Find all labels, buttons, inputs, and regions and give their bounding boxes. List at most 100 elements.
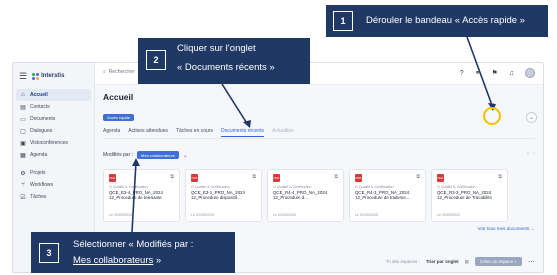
- dialogues-icon: ▢: [20, 128, 26, 135]
- help-icon[interactable]: ?: [460, 70, 464, 77]
- document-card[interactable]: PDF ⧉ O Qualité & Certification QCE_R3-3…: [431, 169, 508, 222]
- chevron-left-icon[interactable]: ‹: [527, 151, 529, 157]
- sidebar-item-label: Projets: [30, 170, 46, 176]
- pdf-icon: PDF: [273, 174, 280, 182]
- callout-step-1: 1 Dérouler le bandeau « Accès rapide »: [326, 5, 548, 37]
- workflows-icon: ⑂: [21, 182, 25, 188]
- quick-access-toggle-button[interactable]: ⌄: [526, 112, 537, 123]
- chevron-down-icon[interactable]: ⌄: [183, 152, 188, 159]
- card-pager: ‹ ›: [527, 151, 535, 157]
- sidebar-item-label: Dialogues: [30, 128, 53, 134]
- brand-name: Interstis: [41, 73, 65, 79]
- external-link-icon[interactable]: ⧉: [252, 174, 256, 180]
- sidebar-item-accueil[interactable]: ⌂ Accueil: [16, 89, 91, 101]
- bell-icon[interactable]: ♫: [509, 70, 514, 77]
- external-link-icon[interactable]: ⧉: [498, 174, 502, 180]
- document-category: O Qualité & Certification: [191, 185, 230, 189]
- document-title: QCE_R3-3_PRO_NA_2024 12_Procedure de Tra…: [437, 190, 492, 201]
- document-date: Le 02/05/2025: [437, 213, 460, 217]
- pdf-icon: PDF: [109, 174, 116, 182]
- step-number: 1: [333, 11, 353, 31]
- sidebar-item-documents[interactable]: ▭ Documents: [16, 113, 91, 125]
- see-all-documents-link[interactable]: Voir tous mes documents →: [478, 226, 535, 231]
- document-cards: PDF ⧉ O Qualité & Certification QCE_E3-4…: [103, 169, 508, 222]
- callout-step-3: 3 Sélectionner « Modifiés par : Mes coll…: [31, 232, 235, 273]
- document-date: Le 02/05/2025: [109, 213, 132, 217]
- sidebar-item-label: Workflows: [30, 182, 53, 188]
- tab-agenda[interactable]: Agenda: [103, 128, 120, 137]
- logo: Interstis: [32, 72, 65, 80]
- tab-actions-attendues[interactable]: Actions attendues: [128, 128, 168, 137]
- spaces-sort-label: Tri des espaces :: [385, 259, 420, 264]
- top-icons: ? ⚭ ⚑ ♫: [460, 68, 535, 78]
- pdf-icon: PDF: [355, 174, 362, 182]
- spaces-sort-select[interactable]: Trier par onglet: [426, 259, 459, 264]
- sidebar-item-taches[interactable]: ☑ Tâches: [16, 191, 91, 203]
- document-title: QCE_R4-3_PRO_NA_2024 12_Procedure de tra…: [355, 190, 410, 201]
- callout-step-2: 2 Cliquer sur l’onglet « Documents récen…: [138, 38, 310, 84]
- search-icon: ⌕: [103, 69, 106, 75]
- pdf-icon: PDF: [437, 174, 444, 182]
- sidebar-item-projets[interactable]: ⚙ Projets: [16, 167, 91, 179]
- sidebar-item-agenda[interactable]: ▦ Agenda: [16, 149, 91, 161]
- document-card[interactable]: PDF ⧉ O Qualité & Certification QCE_R4-4…: [267, 169, 344, 222]
- callout-text: Cliquer sur l’onglet « Documents récents…: [177, 42, 275, 74]
- document-card[interactable]: PDF ⧉ O Qualité & Certification QCE_E3-4…: [103, 169, 180, 222]
- tab-actualites[interactable]: Actualités: [272, 128, 294, 137]
- modified-by-select[interactable]: Mes collaborateurs: [137, 151, 179, 159]
- document-card[interactable]: PDF ⧉ O Qualité & Certification QCE_R4-3…: [349, 169, 426, 222]
- document-date: Le 02/05/2025: [355, 213, 378, 217]
- chevron-right-icon[interactable]: ›: [533, 151, 535, 157]
- sidebar-item-contacts[interactable]: ▤ Contacts: [16, 101, 91, 113]
- step-number: 3: [39, 243, 59, 263]
- external-link-icon[interactable]: ⧉: [170, 174, 174, 180]
- search-text: Rechercher: [108, 69, 135, 75]
- spaces-bar: Tri des espaces : Trier par onglet ▦ Cré…: [386, 257, 535, 266]
- sidebar-item-workflows[interactable]: ⑂ Workflows: [16, 179, 91, 191]
- calendar-icon[interactable]: ▦: [465, 259, 469, 265]
- documents-icon: ▭: [20, 116, 26, 123]
- brand-bar: ☰ Interstis: [13, 63, 94, 89]
- document-title: QCE_E3-1_PRO_NA_2024 12_Procedure dispos…: [191, 190, 245, 201]
- link-icon[interactable]: ⚭: [475, 69, 481, 77]
- document-category: O Qualité & Certification: [355, 185, 394, 189]
- tab-bar: Agenda Actions attendues Tâches en cours…: [103, 128, 294, 137]
- callout-line-end: »: [153, 255, 162, 266]
- external-link-icon[interactable]: ⧉: [334, 174, 338, 180]
- sidebar-item-label: Accueil: [30, 92, 48, 98]
- more-icon[interactable]: ⋯: [528, 258, 535, 266]
- callout-line: Cliquer sur l’onglet: [177, 43, 256, 54]
- document-card[interactable]: PDF ⧉ O Qualité & Certification QCE_E3-1…: [185, 169, 262, 222]
- filter-label: Modifiés par :: [103, 152, 134, 158]
- avatar[interactable]: [525, 68, 535, 78]
- sidebar-item-label: Agenda: [30, 152, 48, 158]
- callout-text: Sélectionner « Modifiés par : Mes collab…: [73, 234, 193, 267]
- sidebar-item-dialogues[interactable]: ▢ Dialogues: [16, 125, 91, 137]
- flag-icon[interactable]: ⚑: [491, 69, 497, 77]
- document-title: QCE_R4-4_PRO_NA_2024 12_Procedure d...: [273, 190, 328, 201]
- filter-row: Modifiés par : Mes collaborateurs ⌄: [103, 151, 188, 159]
- callout-line: Mes collaborateurs »: [73, 254, 193, 267]
- projects-icon: ⚙: [20, 170, 26, 177]
- chevron-down-icon: ⌄: [528, 115, 535, 121]
- quick-access-label[interactable]: Accès rapide: [103, 114, 135, 121]
- document-title: QCE_E3-4_PRO_NA_2024 12_Procedure de tel…: [109, 190, 163, 201]
- document-date: Le 02/05/2025: [273, 213, 296, 217]
- create-space-button[interactable]: Créer un espace +: [474, 257, 522, 266]
- page-title: Accueil: [103, 92, 134, 102]
- sidebar-item-label: Visioconférences: [30, 140, 68, 146]
- home-icon: ⌂: [21, 92, 25, 98]
- video-icon: ▣: [20, 140, 26, 147]
- sidebar-item-label: Tâches: [30, 194, 47, 200]
- document-category: O Qualité & Certification: [109, 185, 148, 189]
- external-link-icon[interactable]: ⧉: [416, 174, 420, 180]
- search-input[interactable]: ⌕ Rechercher: [103, 69, 135, 75]
- calendar-icon: ▦: [20, 152, 26, 159]
- tab-taches-en-cours[interactable]: Tâches en cours: [176, 128, 213, 137]
- sidebar-item-visioconferences[interactable]: ▣ Visioconférences: [16, 137, 91, 149]
- tab-documents-recents[interactable]: Documents récents: [220, 128, 265, 137]
- tasks-icon: ☑: [20, 194, 26, 201]
- document-category: O Qualité & Certification: [273, 185, 312, 189]
- callout-line: Sélectionner « Modifiés par :: [73, 239, 194, 250]
- menu-icon[interactable]: ☰: [19, 71, 27, 82]
